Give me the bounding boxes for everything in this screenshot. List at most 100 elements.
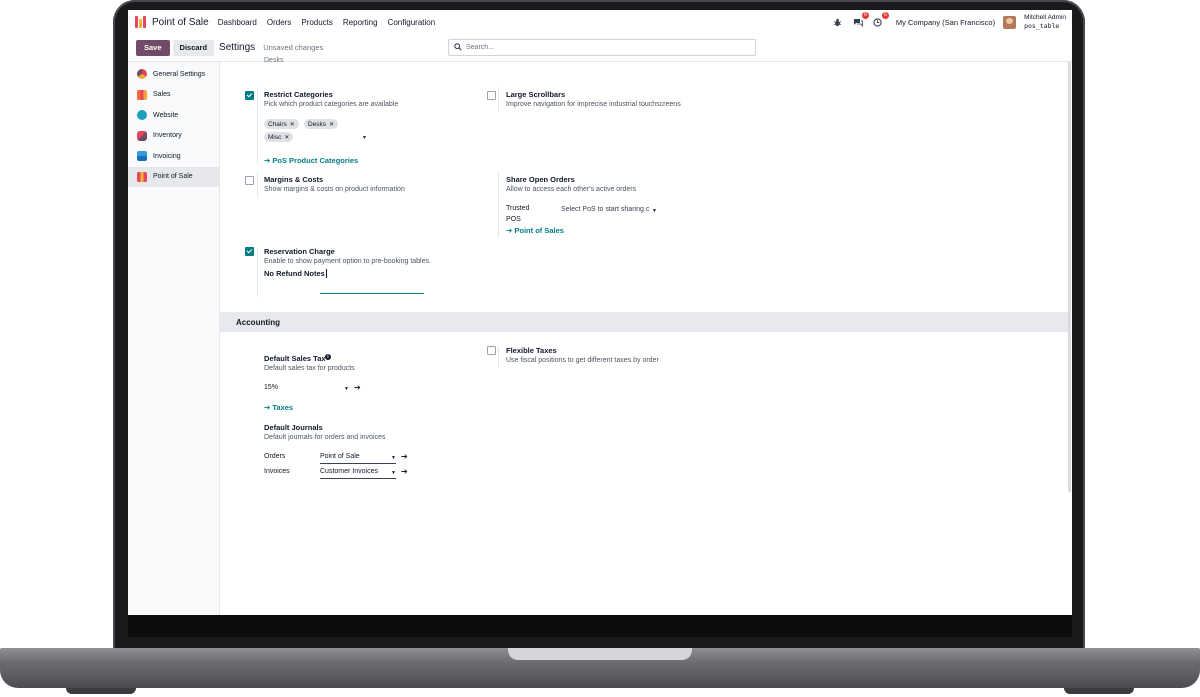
trusted-pos-label-2: POS [506, 216, 521, 223]
database-name: pos_table [1024, 22, 1060, 30]
chevron-down-icon[interactable]: ▼ [344, 386, 349, 392]
unsaved-indicator: Unsaved changes [263, 43, 324, 52]
menu-orders[interactable]: Orders [267, 18, 291, 27]
discard-button[interactable]: Discard [172, 39, 215, 56]
bug-icon[interactable] [832, 16, 844, 28]
menu-reporting[interactable]: Reporting [343, 18, 378, 27]
large-scrollbars-checkbox[interactable] [487, 91, 496, 100]
no-refund-notes-label[interactable]: No Refund Notes [264, 269, 327, 278]
chevron-down-icon[interactable]: ▼ [652, 208, 657, 214]
sidebar-item-point-of-sale[interactable]: Point of Sale [128, 166, 219, 187]
messages-badge: 6 [862, 12, 869, 19]
sidebar-item-label: General Settings [153, 70, 206, 78]
chevron-down-icon[interactable]: ▼ [391, 470, 396, 476]
margins-costs-label: Margins & Costs [264, 175, 324, 184]
chat-icon[interactable]: 6 [852, 12, 869, 28]
invoicing-icon [137, 151, 147, 162]
invoices-journal-label: Invoices [264, 468, 290, 475]
remove-tag-icon[interactable]: ✕ [284, 134, 289, 141]
arrow-right-icon[interactable]: ➔ [354, 383, 361, 392]
clock-icon[interactable]: 6 [872, 12, 889, 28]
sidebar-item-label: Sales [153, 91, 171, 99]
setting-divider [257, 347, 258, 467]
trusted-pos-input[interactable]: Select PoS to start sharing c [561, 206, 649, 213]
app-title[interactable]: Point of Sale [152, 17, 209, 28]
setting-divider [257, 247, 258, 297]
menu-configuration[interactable]: Configuration [388, 18, 436, 27]
chevron-down-icon[interactable]: ▼ [391, 455, 396, 461]
activity-badge: 6 [882, 12, 889, 19]
info-icon[interactable]: i [325, 354, 331, 360]
large-scrollbars-label: Large Scrollbars [506, 90, 566, 99]
remove-tag-icon[interactable]: ✕ [290, 121, 295, 128]
share-open-orders-desc: Allow to access each other's active orde… [506, 186, 637, 193]
default-journals-desc: Default journals for orders and invoices [264, 434, 386, 441]
point-of-sale-icon [137, 171, 147, 182]
setting-divider [257, 87, 258, 164]
sidebar-item-invoicing[interactable]: Invoicing [128, 146, 219, 167]
scrollbar[interactable] [1068, 62, 1071, 492]
setting-divider [257, 172, 258, 197]
general-settings-icon [137, 69, 147, 80]
settings-main: Desks Restrict Categories Pick which pro… [220, 57, 1072, 615]
reservation-charge-desc: Enable to show payment option to pre-boo… [264, 258, 431, 265]
user-menu[interactable]: Mitchell Admin pos_table [1024, 14, 1066, 30]
company-switcher[interactable]: My Company (San Francisco) [896, 18, 995, 27]
large-scrollbars-desc: Improve navigation for imprecise industr… [506, 101, 681, 108]
settings-sidebar: General Settings Sales Website Inventory… [128, 62, 220, 615]
setting-divider [498, 172, 499, 238]
user-name: Mitchell Admin [1024, 14, 1066, 21]
flexible-taxes-checkbox[interactable] [487, 346, 496, 355]
orders-journal-select[interactable]: Point of Sale [320, 453, 396, 464]
share-open-orders-label: Share Open Orders [506, 175, 575, 184]
reservation-charge-label: Reservation Charge [264, 247, 335, 256]
default-sales-tax-label: Default Sales Tax [264, 354, 326, 363]
default-sales-tax-desc: Default sales tax for products [264, 365, 355, 372]
navbar-systray: 6 6 My Company (San Francisco) Mitchell … [832, 10, 1066, 34]
sidebar-item-website[interactable]: Website [128, 105, 219, 126]
menu-products[interactable]: Products [301, 18, 333, 27]
pos-app-icon[interactable] [135, 16, 147, 28]
default-sales-tax-select[interactable]: 15% [264, 384, 278, 391]
trusted-pos-label: Trusted [506, 205, 530, 212]
search-input[interactable]: Search... [448, 39, 756, 56]
accounting-section-header: Accounting [220, 312, 1068, 332]
remove-tag-icon[interactable]: ✕ [329, 121, 334, 128]
page-title: Settings [219, 42, 256, 53]
sidebar-item-inventory[interactable]: Inventory [128, 126, 219, 147]
tag-chairs[interactable]: Chairs ✕ [264, 119, 299, 129]
pos-product-categories-link[interactable]: ➔ PoS Product Categories [264, 156, 358, 165]
laptop-notch [508, 648, 692, 660]
sidebar-item-label: Invoicing [153, 152, 181, 160]
invoices-journal-select[interactable]: Customer Invoices [320, 468, 396, 479]
sidebar-item-general-settings[interactable]: General Settings [128, 64, 219, 85]
search-placeholder: Search... [466, 44, 495, 51]
arrow-right-icon[interactable]: ➔ [401, 467, 408, 476]
reservation-charge-checkbox[interactable] [245, 247, 254, 256]
sidebar-item-sales[interactable]: Sales [128, 85, 219, 106]
search-icon [454, 42, 462, 53]
setting-divider [498, 87, 499, 112]
cut-off-field: Desks [264, 57, 284, 64]
menu-dashboard[interactable]: Dashboard [218, 18, 257, 27]
sidebar-item-label: Website [153, 111, 179, 119]
tag-misc[interactable]: Misc ✕ [264, 132, 294, 142]
save-button[interactable]: Save [136, 39, 170, 56]
flexible-taxes-label: Flexible Taxes [506, 346, 557, 355]
restrict-categories-label: Restrict Categories [264, 90, 333, 99]
tag-desks[interactable]: Desks ✕ [304, 119, 339, 129]
chevron-down-icon[interactable]: ▼ [362, 135, 367, 141]
margins-costs-checkbox[interactable] [245, 176, 254, 185]
taxes-link[interactable]: ➔ Taxes [264, 403, 293, 412]
arrow-right-icon[interactable]: ➔ [401, 452, 408, 461]
sales-icon [137, 89, 147, 100]
inventory-icon [137, 130, 147, 141]
setting-divider [498, 346, 499, 368]
user-avatar[interactable] [1003, 15, 1017, 29]
laptop-foot-right [1064, 688, 1134, 694]
point-of-sales-link[interactable]: ➔ Point of Sales [506, 226, 564, 235]
laptop-foot-left [66, 688, 136, 694]
laptop-bezel [128, 615, 1072, 637]
restrict-categories-checkbox[interactable] [245, 91, 254, 100]
no-refund-notes-input[interactable] [320, 293, 424, 294]
